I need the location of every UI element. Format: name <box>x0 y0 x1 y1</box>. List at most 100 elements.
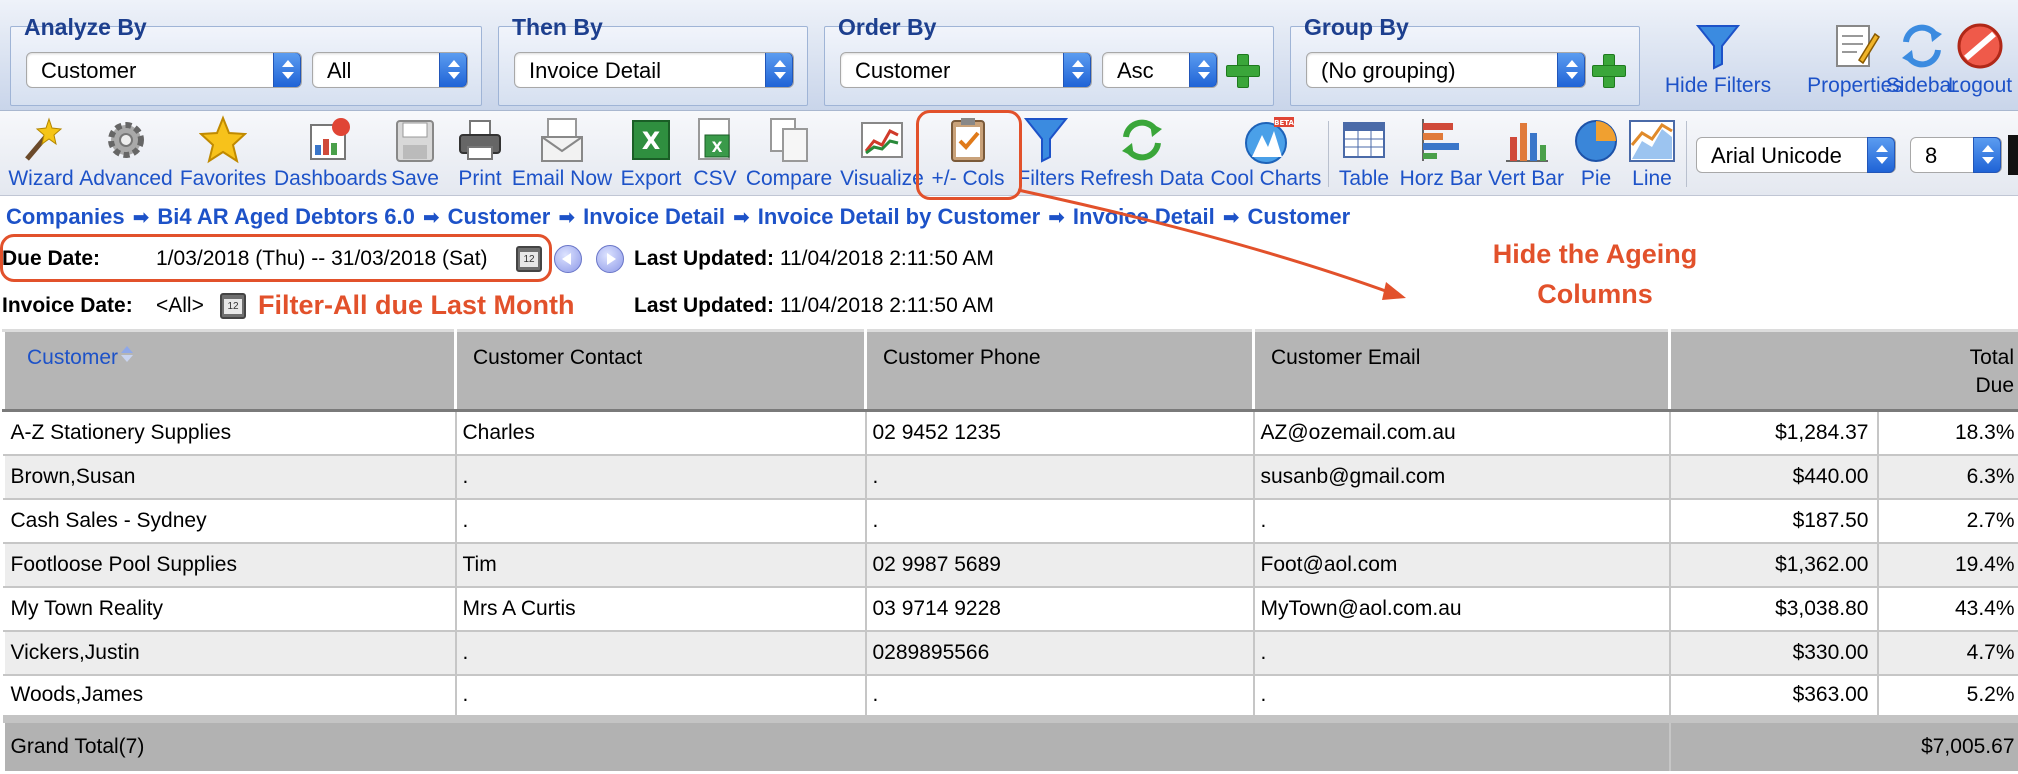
hide-ageing-annotation: Hide the Ageing Columns <box>1460 234 1730 314</box>
breadcrumb-item[interactable]: Bi4 AR Aged Debtors 6.0 <box>157 204 415 229</box>
csv-icon: X <box>691 115 739 165</box>
cell-total: $187.50 <box>1668 498 1879 544</box>
print-button[interactable]: Print <box>452 115 508 191</box>
last-updated-label: Last Updated: <box>634 294 775 317</box>
cell-email: . <box>1252 498 1671 544</box>
table-row[interactable]: My Town Reality Mrs A Curtis 03 9714 922… <box>2 586 2018 632</box>
column-header-customer[interactable]: Customer <box>2 329 457 412</box>
hide-filters-button[interactable]: Hide Filters <box>1650 20 1786 98</box>
table-row[interactable]: A-Z Stationery Supplies Charles 02 9452 … <box>2 410 2018 456</box>
cell-customer[interactable]: Footloose Pool Supplies <box>2 542 457 588</box>
column-header-phone[interactable]: Customer Phone <box>864 329 1255 412</box>
table-view-button[interactable]: Table <box>1334 115 1394 191</box>
font-select[interactable]: Arial Unicode <box>1696 137 1896 173</box>
cell-email: . <box>1252 674 1671 720</box>
logout-button[interactable]: Logout <box>1942 20 2018 98</box>
pie-label: Pie <box>1580 167 1612 190</box>
last-updated-value: 11/04/2018 2:11:50 AM <box>779 247 994 270</box>
analyze-by-value: Customer <box>41 58 137 83</box>
filters-label: Filters <box>1017 167 1075 190</box>
breadcrumb-item[interactable]: Invoice Detail <box>583 204 725 229</box>
cell-customer[interactable]: Vickers,Justin <box>2 630 457 676</box>
table-row[interactable]: Woods,James . . . $363.00 5.2% <box>2 674 2018 720</box>
funnel-icon <box>1692 20 1744 72</box>
refresh-data-button[interactable]: Refresh Data <box>1080 115 1204 191</box>
cell-customer[interactable]: My Town Reality <box>2 586 457 632</box>
cool-charts-button[interactable]: BETA Cool Charts <box>1210 115 1322 191</box>
table-row[interactable]: Footloose Pool Supplies Tim 02 9987 5689… <box>2 542 2018 588</box>
csv-button[interactable]: X CSV <box>688 115 742 191</box>
chevron-updown-icon <box>273 53 301 87</box>
save-button[interactable]: Save <box>388 115 442 191</box>
visualize-button[interactable]: Visualize <box>838 115 926 191</box>
favorites-button[interactable]: Favorites <box>178 115 268 191</box>
customer-header-label: Customer <box>27 346 119 369</box>
horz-bar-button[interactable]: Horz Bar <box>1398 115 1484 191</box>
wizard-button[interactable]: Wizard <box>4 115 78 191</box>
table-row[interactable]: Brown,Susan . . susanb@gmail.com $440.00… <box>2 454 2018 500</box>
breadcrumb-item[interactable]: Customer <box>1248 204 1351 229</box>
sort-icon[interactable] <box>120 346 134 366</box>
grand-total-label: Grand Total(7) <box>2 714 1671 771</box>
cell-total: $3,038.80 <box>1668 586 1879 632</box>
column-header-total-due[interactable]: Total Due <box>1667 329 2018 412</box>
column-header-email[interactable]: Customer Email <box>1252 329 1671 412</box>
table-row[interactable]: Vickers,Justin . 0289895566 . $330.00 4.… <box>2 630 2018 676</box>
cell-customer[interactable]: Cash Sales - Sydney <box>2 498 457 544</box>
group-by-select[interactable]: (No grouping) <box>1306 52 1586 88</box>
export-button[interactable]: X Export <box>616 115 686 191</box>
font-size-value: 8 <box>1925 143 1938 168</box>
hide-ageing-line2: Columns <box>1537 279 1653 309</box>
analyze-by-title: Analyze By <box>24 14 147 40</box>
toolbar-divider <box>1686 121 1687 187</box>
cell-customer[interactable]: Woods,James <box>2 674 457 720</box>
star-icon <box>198 115 248 165</box>
next-period-icon[interactable] <box>596 245 624 273</box>
breadcrumb-item[interactable]: Companies <box>6 204 125 229</box>
horz-bar-label: Horz Bar <box>1399 167 1483 190</box>
table-row[interactable]: Cash Sales - Sydney . . . $187.50 2.7% <box>2 498 2018 544</box>
breadcrumb-item[interactable]: Invoice Detail <box>1073 204 1215 229</box>
email-now-button[interactable]: Email Now <box>510 115 614 191</box>
analyze-by-select[interactable]: Customer <box>26 52 302 88</box>
cell-contact: . <box>454 454 867 500</box>
compare-button[interactable]: Compare <box>744 115 834 191</box>
add-order-icon[interactable] <box>1226 54 1260 88</box>
arrow-right-icon: ➡ <box>1048 207 1065 229</box>
svg-text:X: X <box>712 140 723 156</box>
column-header-contact[interactable]: Customer Contact <box>454 329 867 412</box>
vert-bar-button[interactable]: Vert Bar <box>1486 115 1566 191</box>
filters-button[interactable]: Filters <box>1016 115 1076 191</box>
no-entry-icon <box>1954 20 2006 72</box>
analyze-by-scope-select[interactable]: All <box>312 52 468 88</box>
add-group-icon[interactable] <box>1592 54 1626 88</box>
envelope-icon <box>538 115 586 165</box>
cell-percent: 5.2% <box>1876 674 2018 720</box>
then-by-select[interactable]: Invoice Detail <box>514 52 794 88</box>
arrow-right-icon: ➡ <box>732 207 750 229</box>
cell-email: susanb@gmail.com <box>1252 454 1671 500</box>
order-direction-select[interactable]: Asc <box>1102 52 1218 88</box>
order-by-select[interactable]: Customer <box>840 52 1092 88</box>
cell-total: $440.00 <box>1668 454 1879 500</box>
cell-customer[interactable]: A-Z Stationery Supplies <box>2 410 457 456</box>
invoice-last-updated: Last Updated: 11/04/2018 2:11:50 AM <box>634 294 994 318</box>
font-size-select[interactable]: 8 <box>1910 137 2002 173</box>
cell-customer[interactable]: Brown,Susan <box>2 454 457 500</box>
calendar-icon[interactable] <box>220 293 246 319</box>
cols-highlight <box>916 110 1022 200</box>
vertical-bar-chart-icon <box>1502 115 1550 165</box>
pie-button[interactable]: Pie <box>1570 115 1622 191</box>
previous-period-icon[interactable] <box>554 245 582 273</box>
dashboard-icon <box>305 115 353 165</box>
arrow-right-icon: ➡ <box>422 207 440 229</box>
breadcrumb-item[interactable]: Invoice Detail by Customer <box>758 204 1040 229</box>
breadcrumb-item[interactable]: Customer <box>448 204 551 229</box>
chevron-updown-icon <box>1557 53 1585 87</box>
advanced-button[interactable]: Advanced <box>78 115 174 191</box>
cell-email: Foot@aol.com <box>1252 542 1671 588</box>
line-button[interactable]: Line <box>1626 115 1678 191</box>
cell-phone: . <box>864 454 1255 500</box>
dashboards-button[interactable]: Dashboards <box>274 115 387 191</box>
cell-phone: . <box>864 674 1255 720</box>
